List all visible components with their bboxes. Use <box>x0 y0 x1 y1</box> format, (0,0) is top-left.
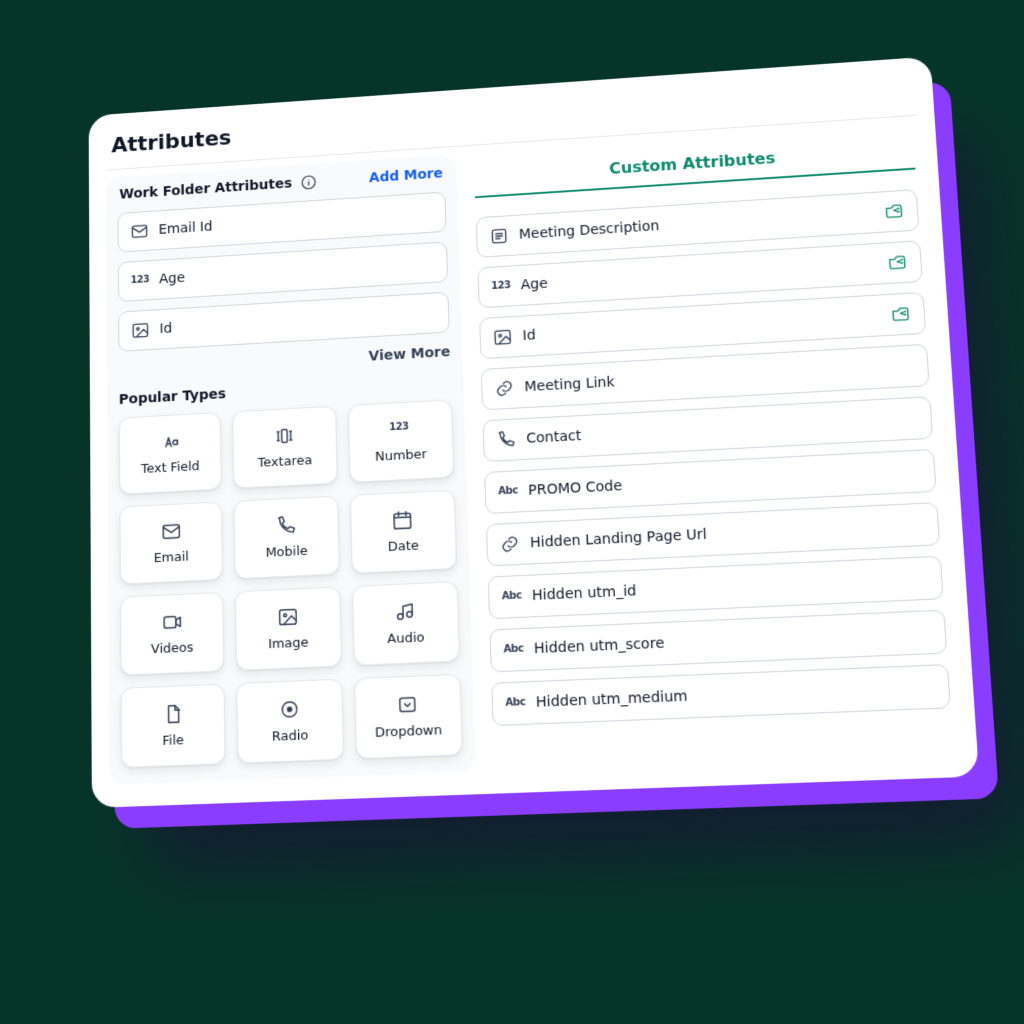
abc-icon: Abc <box>503 639 524 660</box>
type-email[interactable]: Email <box>120 501 224 584</box>
work-folder-attribute[interactable]: Id <box>118 292 450 352</box>
image-icon <box>277 605 299 628</box>
phone-icon <box>496 429 517 450</box>
type-label: Mobile <box>265 544 307 561</box>
image-icon <box>131 320 150 340</box>
type-label: Date <box>388 538 420 555</box>
type-label: Dropdown <box>375 723 443 741</box>
attribute-label: Meeting Link <box>524 374 615 395</box>
audio-icon <box>394 600 417 623</box>
textarea-icon <box>273 425 295 448</box>
num-icon: 123 <box>130 271 149 291</box>
radio-icon <box>278 698 300 721</box>
custom-attribute[interactable]: Abc Hidden utm_id <box>488 556 944 620</box>
custom-attribute[interactable]: Abc PROMO Code <box>484 449 936 514</box>
desc-icon <box>489 226 509 247</box>
mail-icon <box>130 221 149 241</box>
attribute-label: Contact <box>526 428 582 447</box>
work-folder-header: Work Folder Attributes <box>119 176 292 203</box>
attribute-label: Age <box>159 270 185 287</box>
link-icon <box>494 378 515 399</box>
share-icon[interactable] <box>890 304 912 325</box>
attribute-label: Email Id <box>159 219 213 238</box>
type-date[interactable]: Date <box>350 490 457 574</box>
share-icon[interactable] <box>883 201 905 222</box>
num-icon: 123 <box>389 418 411 441</box>
link-icon <box>499 534 520 555</box>
type-radio[interactable]: Radio <box>237 679 344 764</box>
attributes-panel: Attributes Work Folder Attributes Add Mo… <box>89 56 979 807</box>
abc-icon: Abc <box>498 481 519 502</box>
info-icon[interactable] <box>300 173 318 191</box>
num-icon: 123 <box>491 276 512 297</box>
attribute-label: Id <box>522 328 536 344</box>
attribute-label: Hidden utm_id <box>532 583 637 604</box>
type-label: Textarea <box>258 453 313 471</box>
attribute-label: Hidden utm_medium <box>536 688 688 711</box>
work-folder-attribute[interactable]: 123 Age <box>118 241 448 302</box>
share-icon[interactable] <box>887 252 909 273</box>
type-textarea[interactable]: Textarea <box>233 406 338 489</box>
type-image[interactable]: Image <box>235 586 341 670</box>
image-icon <box>492 327 513 348</box>
type-number[interactable]: 123 Number <box>347 399 454 483</box>
type-label: Text Field <box>141 459 200 477</box>
date-icon <box>391 509 414 532</box>
phone-icon <box>275 514 297 537</box>
attribute-label: PROMO Code <box>528 478 623 499</box>
attribute-label: Hidden utm_score <box>534 635 665 657</box>
abc-icon: Abc <box>505 693 526 714</box>
custom-attributes-column: Custom Attributes Meeting Description 12… <box>474 123 959 770</box>
type-text-field[interactable]: Text Field <box>119 412 222 495</box>
attribute-label: Age <box>520 276 548 293</box>
file-icon <box>162 702 184 725</box>
add-more-link[interactable]: Add More <box>369 166 443 186</box>
type-file[interactable]: File <box>121 684 226 768</box>
dropdown-icon <box>396 693 419 716</box>
type-label: Number <box>375 447 427 465</box>
mail-icon <box>160 520 182 543</box>
type-audio[interactable]: Audio <box>352 581 460 666</box>
type-label: Videos <box>151 640 194 657</box>
custom-attribute[interactable]: Abc Hidden utm_score <box>489 610 947 673</box>
custom-attribute[interactable]: Hidden Landing Page Url <box>486 502 940 566</box>
text-icon <box>159 431 181 454</box>
attribute-label: Hidden Landing Page Url <box>530 527 707 552</box>
type-label: Audio <box>387 630 425 647</box>
type-label: Email <box>154 550 189 567</box>
abc-icon: Abc <box>501 586 522 607</box>
type-mobile[interactable]: Mobile <box>234 495 340 579</box>
custom-attributes-header: Custom Attributes <box>474 128 916 199</box>
type-label: Image <box>268 635 309 652</box>
attribute-label: Id <box>159 321 172 337</box>
type-label: File <box>162 733 184 749</box>
type-label: Radio <box>272 728 309 745</box>
type-dropdown[interactable]: Dropdown <box>354 674 463 759</box>
view-more-link[interactable]: View More <box>368 344 450 364</box>
video-icon <box>161 611 183 634</box>
type-videos[interactable]: Videos <box>120 592 224 676</box>
custom-attribute[interactable]: Abc Hidden utm_medium <box>491 664 951 726</box>
work-folder-column: Work Folder Attributes Add More Email Id… <box>106 154 476 784</box>
attribute-label: Meeting Description <box>519 218 660 242</box>
